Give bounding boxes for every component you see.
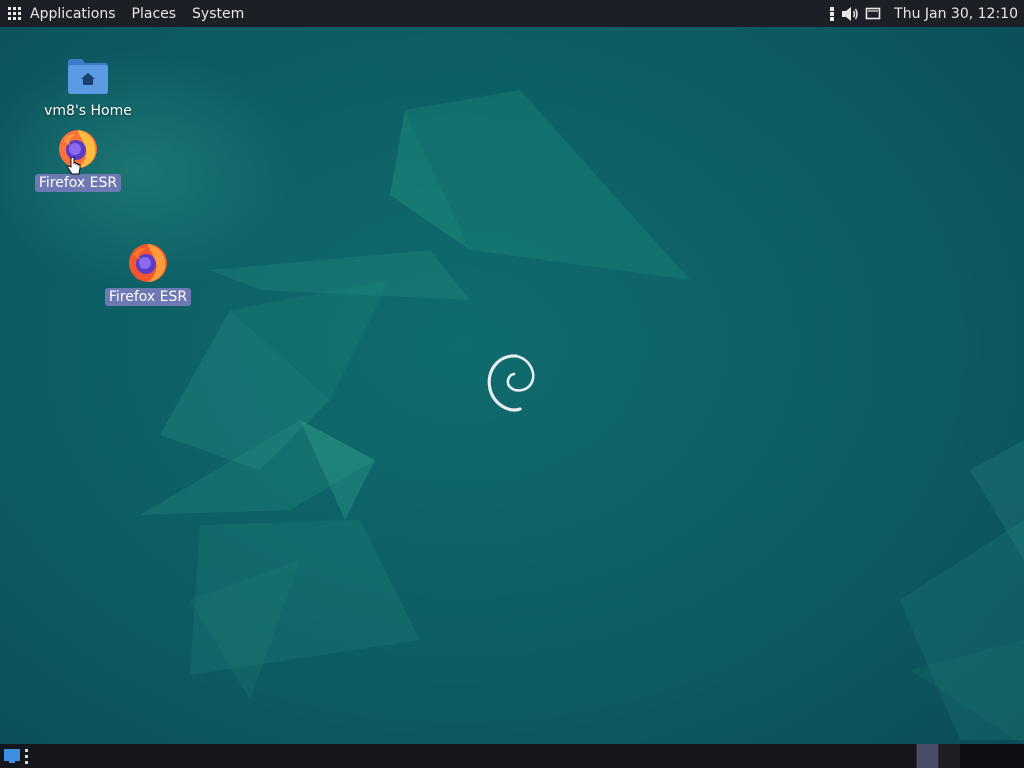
top-panel: Applications Places System Thu Jan 30, 1… <box>0 0 1024 27</box>
system-menu-label: System <box>192 5 245 22</box>
workspace-area[interactable] <box>960 744 1024 768</box>
bottom-panel <box>0 744 1024 768</box>
workspace-switcher <box>916 744 1024 768</box>
home-desktop-label: vm8's Home <box>44 103 132 119</box>
firefox-desktop-icon-2[interactable]: Firefox ESR <box>98 238 198 306</box>
display-icon[interactable] <box>862 0 884 27</box>
places-menu-label: Places <box>131 5 177 22</box>
volume-icon[interactable] <box>838 0 862 27</box>
workspace-1[interactable] <box>916 744 938 768</box>
app-grid-icon <box>8 7 21 20</box>
clock[interactable]: Thu Jan 30, 12:10 <box>884 6 1024 22</box>
places-menu[interactable]: Places <box>124 0 185 27</box>
applications-menu[interactable]: Applications <box>0 0 124 27</box>
firefox-desktop-label-2: Firefox ESR <box>104 288 192 306</box>
firefox-icon <box>124 238 172 286</box>
desktop-wallpaper <box>0 0 1024 768</box>
applications-menu-label: Applications <box>30 5 116 22</box>
workspace-2[interactable] <box>938 744 960 768</box>
home-folder-icon <box>64 52 112 100</box>
panel-handle[interactable] <box>22 744 30 768</box>
home-desktop-icon[interactable]: vm8's Home <box>38 52 138 120</box>
system-menu[interactable]: System <box>184 0 252 27</box>
network-icon[interactable] <box>826 0 838 27</box>
show-desktop-icon <box>4 749 20 763</box>
system-tray: Thu Jan 30, 12:10 <box>826 0 1024 27</box>
mouse-pointer-icon <box>67 157 81 175</box>
show-desktop-button[interactable] <box>2 744 22 768</box>
